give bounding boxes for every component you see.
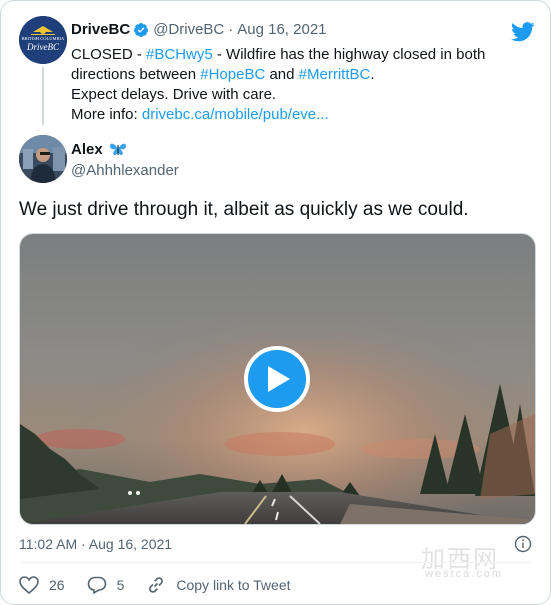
reply-icon [87, 576, 106, 594]
info-icon[interactable] [514, 535, 532, 553]
quoted-line-3-prefix: More info: [71, 106, 142, 123]
copy-link-label: Copy link to Tweet [176, 577, 291, 593]
link-icon [149, 577, 164, 593]
quoted-line-1: CLOSED - #BCHwy5 - Wildfire has the high… [71, 45, 511, 85]
tweet-card: BRITISH COLUMBIA DriveBC DriveBC @DriveB… [0, 0, 551, 605]
play-icon [268, 366, 290, 392]
butterfly-emoji-icon [109, 143, 126, 155]
quoted-line-1-end: . [370, 66, 375, 83]
quoted-line-2: Expect delays. Drive with care. [71, 86, 277, 103]
verified-badge-icon [134, 22, 149, 37]
play-button[interactable] [244, 346, 310, 412]
quoted-tweet-date[interactable]: Aug 16, 2021 [237, 21, 326, 38]
like-button[interactable]: 26 [19, 576, 65, 594]
watermark-domain: westca.com [425, 568, 504, 580]
thread-connector-line [42, 67, 44, 125]
video-player[interactable] [19, 233, 536, 525]
avatar-caption-bottom: DriveBC [26, 42, 60, 52]
alex-avatar[interactable] [19, 135, 67, 183]
hashtag-bchwy5[interactable]: #BCHwy5 [146, 46, 213, 63]
twitter-bird-icon[interactable] [511, 22, 535, 42]
quoted-tweet-text: CLOSED - #BCHwy5 - Wildfire has the high… [71, 45, 511, 125]
author-name-text[interactable]: Alex [71, 141, 103, 158]
tweet-text: We just drive through it, albeit as quic… [19, 199, 469, 220]
hashtag-hopebc[interactable]: #HopeBC [200, 66, 265, 83]
quoted-line-1-prefix: CLOSED - [71, 46, 147, 63]
header-separator: · [228, 21, 234, 38]
quoted-tweet-header: DriveBC @DriveBC · Aug 16, 2021 [71, 21, 327, 38]
quoted-line-3: More info: drivebc.ca/mobile/pub/eve... [71, 105, 511, 125]
action-divider [19, 562, 532, 563]
drivebc-link[interactable]: drivebc.ca/mobile/pub/eve... [142, 106, 329, 123]
heart-icon [19, 576, 39, 594]
drivebc-avatar[interactable]: BRITISH COLUMBIA DriveBC [19, 16, 67, 64]
copy-link-button[interactable]: Copy link to Tweet [146, 576, 291, 594]
like-count: 26 [49, 577, 65, 593]
quoted-author-handle[interactable]: @DriveBC [153, 21, 224, 38]
reply-count: 5 [116, 577, 125, 593]
quoted-line-1-and: and [265, 66, 299, 83]
avatar-caption-top: BRITISH COLUMBIA [22, 36, 65, 41]
tweet-author-name[interactable]: Alex [71, 141, 127, 158]
quoted-author-name[interactable]: DriveBC [71, 21, 130, 38]
action-bar: 26 5 Copy link to Tweet [19, 574, 313, 596]
tweet-author-handle[interactable]: @Ahhhlexander [71, 162, 179, 179]
tweet-timestamp[interactable]: 11:02 AM · Aug 16, 2021 [19, 536, 172, 552]
hashtag-merrittbc[interactable]: #MerrittBC [299, 66, 371, 83]
reply-button[interactable]: 5 [87, 576, 125, 594]
